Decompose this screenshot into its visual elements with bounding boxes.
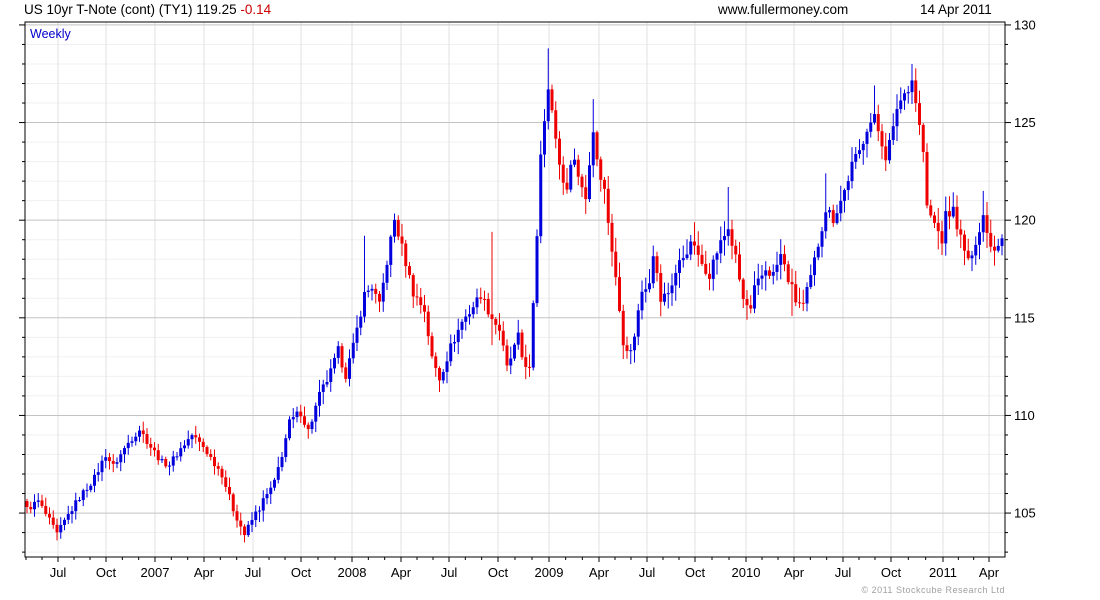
chart-window: US 10yr T-Note (cont) (TY1) 119.25 -0.14… [0,0,1100,600]
svg-text:Apr: Apr [391,565,412,580]
svg-text:130: 130 [1014,17,1036,32]
svg-text:Apr: Apr [979,565,1000,580]
svg-text:Jul: Jul [50,565,67,580]
svg-text:2007: 2007 [141,565,170,580]
svg-text:115: 115 [1014,310,1035,325]
price-chart: 105 110 115 120 125 130 Jul Oct 2007 Apr Jul Oct 200… [19,17,1036,580]
interval-label: Weekly [30,27,71,41]
svg-text:120: 120 [1014,213,1036,228]
x-axis-labels: Jul Oct 2007 Apr Jul Oct 2008 Apr Jul Oct 2009 Apr J… [50,565,1000,580]
svg-text:105: 105 [1014,506,1036,521]
svg-text:Apr: Apr [194,565,215,580]
svg-text:2009: 2009 [535,565,564,580]
svg-text:2011: 2011 [929,565,957,580]
svg-text:125: 125 [1014,115,1036,130]
copyright: © 2011 Stockcube Research Ltd [861,585,1005,595]
svg-text:Jul: Jul [639,565,656,580]
svg-text:Oct: Oct [881,565,902,580]
svg-text:Oct: Oct [291,565,312,580]
svg-text:Oct: Oct [488,565,509,580]
svg-text:2010: 2010 [732,565,761,580]
svg-text:Jul: Jul [835,565,852,580]
svg-text:2008: 2008 [338,565,367,580]
svg-text:110: 110 [1014,408,1035,423]
svg-text:Apr: Apr [589,565,610,580]
svg-text:Oct: Oct [96,565,117,580]
svg-text:Jul: Jul [441,565,458,580]
svg-text:Apr: Apr [784,565,805,580]
grid [25,22,1005,557]
y-axis-labels: 105 110 115 120 125 130 [1014,17,1036,520]
svg-text:Oct: Oct [685,565,706,580]
svg-text:Jul: Jul [245,565,262,580]
